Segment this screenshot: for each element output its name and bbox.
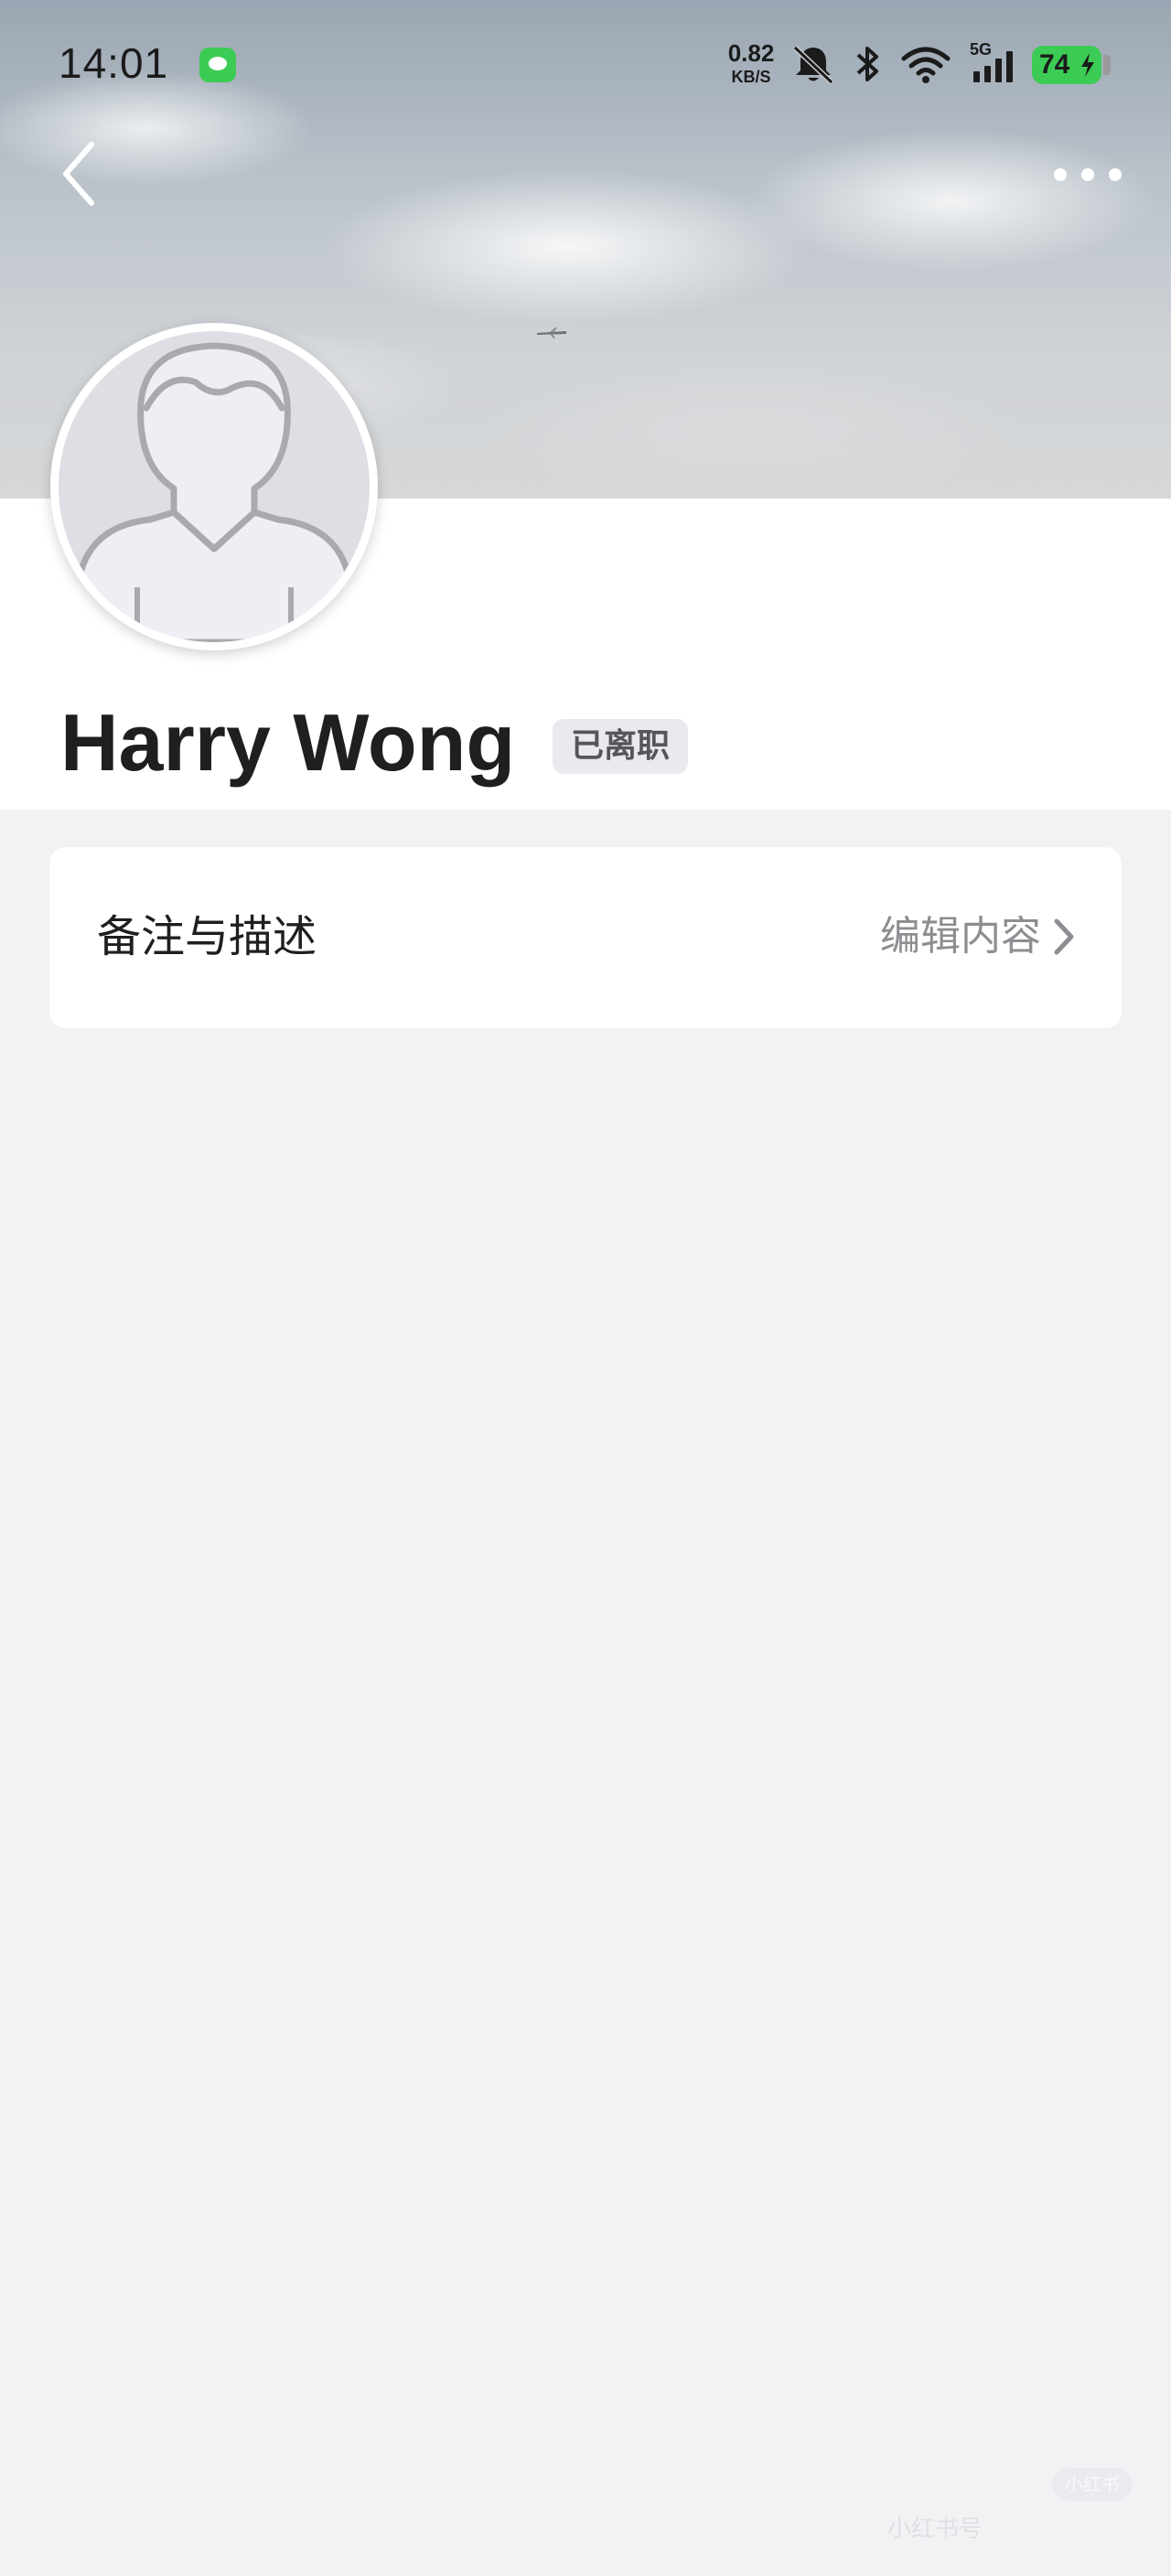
bluetooth-icon xyxy=(856,47,878,81)
status-bar: 14:01 0.82 KB/S 5G 74 xyxy=(0,0,1171,128)
watermark-text: 小红书号 xyxy=(887,2516,983,2543)
notes-description-label: 备注与描述 xyxy=(97,911,317,962)
status-time: 14:01 xyxy=(59,39,169,87)
chevron-right-icon xyxy=(1054,918,1074,955)
battery-charging-icon: 74 xyxy=(1032,46,1101,84)
more-dots-icon xyxy=(1081,168,1094,181)
watermark-logo: 小红书 xyxy=(1052,2468,1133,2501)
battery-level: 74 xyxy=(1039,49,1070,80)
default-person-avatar-icon xyxy=(59,331,370,642)
charging-bolt-icon xyxy=(1081,53,1094,77)
chevron-left-icon xyxy=(63,142,94,206)
edit-content-action[interactable]: 编辑内容 xyxy=(880,909,1076,964)
back-button[interactable] xyxy=(57,137,112,210)
more-dots-icon xyxy=(1054,168,1067,181)
profile-name: Harry Wong xyxy=(60,697,516,788)
edit-content-label: 编辑内容 xyxy=(880,913,1041,960)
battery-cap xyxy=(1103,55,1111,75)
more-dots-icon xyxy=(1109,168,1122,181)
network-speed-unit: KB/S xyxy=(731,68,771,86)
status-badge: 已离职 xyxy=(553,719,688,774)
watermark: 小红书 小红书号 xyxy=(878,2461,1153,2552)
network-speed: 0.82 KB/S xyxy=(723,41,779,85)
message-app-icon xyxy=(199,48,236,82)
avatar[interactable] xyxy=(50,323,378,650)
airplane-image xyxy=(537,327,566,338)
mute-bell-icon xyxy=(792,45,834,85)
wifi-icon xyxy=(901,47,951,83)
cellular-signal-icon: 5G xyxy=(970,42,1013,82)
network-speed-value: 0.82 xyxy=(727,39,775,67)
signal-type-label: 5G xyxy=(970,42,992,59)
more-options-button[interactable] xyxy=(1052,156,1125,192)
notes-description-row[interactable]: 备注与描述 编辑内容 xyxy=(49,847,1122,1028)
